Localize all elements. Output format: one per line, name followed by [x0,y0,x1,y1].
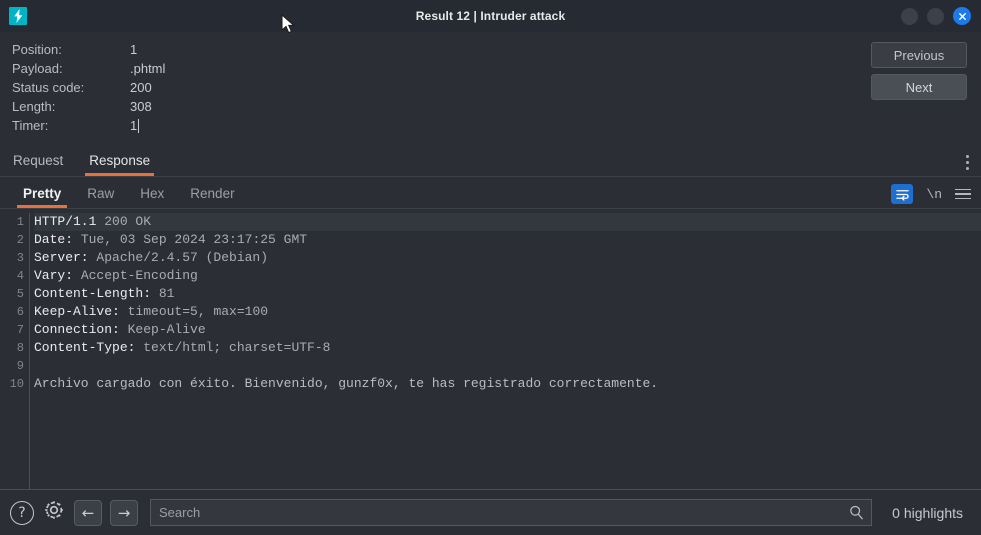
status-text: 200 OK [96,214,152,229]
http-version: HTTP/1.1 [34,214,97,229]
tab-hex[interactable]: Hex [127,186,177,208]
info-value-length: 308 [130,99,152,114]
help-icon[interactable]: ? [10,500,34,525]
header-value: timeout=5, max=100 [119,304,269,319]
magnifier-icon[interactable] [848,504,865,521]
view-mode-tabs: Pretty Raw Hex Render \n [0,177,981,209]
header-value: Accept-Encoding [73,268,198,283]
line-number: 10 [9,377,24,391]
info-value-status-code: 200 [130,80,152,95]
info-row-position: Position: 1 [12,40,981,59]
result-navigation-buttons: Previous Next [871,42,967,100]
tab-response[interactable]: Response [76,153,163,176]
word-wrap-toggle[interactable] [891,184,914,204]
line-number: 3 [16,251,24,265]
header-value: Tue, 03 Sep 2024 23:17:25 GMT [73,232,308,247]
tab-raw[interactable]: Raw [74,186,127,208]
line-number: 9 [16,359,24,373]
next-button[interactable]: Next [871,74,967,100]
response-line: Keep-Alive: timeout=5, max=100 [34,303,981,321]
response-line: Connection: Keep-Alive [34,321,981,339]
header-value: 81 [151,286,175,301]
header-name: Keep-Alive: [34,304,120,319]
info-row-payload: Payload: .phtml [12,59,981,78]
line-number: 8 [16,341,24,355]
line-number: 6 [16,305,24,319]
info-label-length: Length: [12,99,56,114]
search-back-button[interactable]: ← [74,499,102,526]
response-line: Date: Tue, 03 Sep 2024 23:17:25 GMT [34,231,981,249]
response-line: Archivo cargado con éxito. Bienvenido, g… [34,375,981,393]
header-name: Content-Type: [34,340,136,355]
gear-glyph [45,501,63,519]
previous-button[interactable]: Previous [871,42,967,68]
window-controls [901,7,971,25]
window-title: Result 12 | Intruder attack [415,9,566,23]
word-wrap-icon [896,189,909,201]
burp-logo-icon [9,7,27,25]
line-number: 1 [16,215,24,229]
info-value-payload: .phtml [130,61,166,76]
close-button[interactable] [953,7,971,25]
search-forward-button[interactable]: → [110,499,138,526]
response-viewer[interactable]: 1 2 3 4 5 6 7 8 9 10 HTTP/1.1 200 OK Dat… [0,209,981,489]
request-response-tabs: Request Response [0,144,981,177]
attack-result-info-panel: Position: 1 Payload: .phtml Status code:… [0,32,981,144]
line-number: 4 [16,269,24,283]
header-name: Date: [34,232,74,247]
info-row-length: Length: 308 [12,97,981,116]
lightning-bolt-icon [13,9,22,23]
gear-icon[interactable] [42,498,66,527]
search-bar: ? ← → 0 highlights [0,489,981,535]
minimize-button[interactable] [901,7,918,25]
maximize-button[interactable] [927,7,944,25]
response-line: Content-Type: text/html; charset=UTF-8 [34,339,981,357]
response-message: Archivo cargado con éxito. Bienvenido, g… [34,376,659,391]
intruder-attack-result-window: Result 12 | Intruder attack Position: 1 … [0,0,981,535]
search-field[interactable] [150,499,873,526]
line-number-gutter: 1 2 3 4 5 6 7 8 9 10 [0,213,30,489]
info-row-timer: Timer: 1 [12,116,981,135]
header-name: Connection: [34,322,120,337]
info-row-status-code: Status code: 200 [12,78,981,97]
highlight-count-label: 0 highlights [892,504,963,521]
tab-request[interactable]: Request [0,153,76,176]
line-number: 2 [16,233,24,247]
response-line [34,357,981,375]
header-value: text/html; charset=UTF-8 [135,340,331,355]
header-value: Apache/2.4.57 (Debian) [88,250,269,265]
line-number: 7 [16,323,24,337]
info-value-position: 1 [130,42,138,57]
response-line: Content-Length: 81 [34,285,981,303]
show-newlines-toggle[interactable]: \n [926,187,942,202]
search-input[interactable] [159,505,849,520]
header-name: Vary: [34,268,74,283]
text-caret [138,118,140,133]
response-line: Vary: Accept-Encoding [34,267,981,285]
header-value: Keep-Alive [119,322,206,337]
info-value-timer: 1 [130,118,138,133]
header-name: Content-Length: [34,286,152,301]
tab-pretty[interactable]: Pretty [10,186,74,208]
title-bar: Result 12 | Intruder attack [0,0,981,32]
close-icon [958,12,966,20]
more-options-icon[interactable] [966,155,969,170]
response-body-text[interactable]: HTTP/1.1 200 OK Date: Tue, 03 Sep 2024 2… [30,213,981,489]
info-label-status-code: Status code: [12,80,85,95]
line-number: 5 [16,287,24,301]
info-label-position: Position: [12,42,62,57]
tab-render[interactable]: Render [177,186,247,208]
view-tools: \n [891,184,971,204]
response-line: HTTP/1.1 200 OK [34,213,981,231]
info-label-timer: Timer: [12,118,49,133]
hamburger-menu-icon[interactable] [955,188,971,200]
info-label-payload: Payload: [12,61,63,76]
response-line: Server: Apache/2.4.57 (Debian) [34,249,981,267]
header-name: Server: [34,250,89,265]
